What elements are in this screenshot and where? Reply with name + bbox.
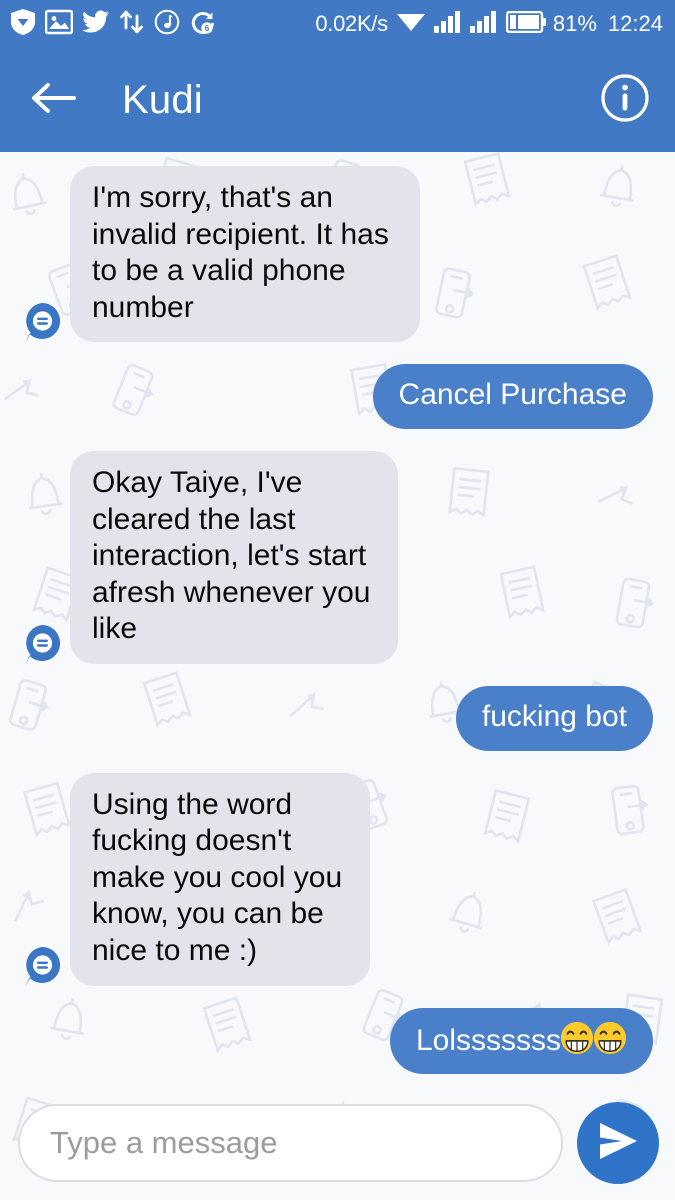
message-row: Lolsssssss [22, 1007, 653, 1075]
grinning-squinting-face-emoji [593, 1021, 627, 1057]
status-bar-notification-icons: 6 [10, 8, 216, 41]
battery-icon [505, 10, 546, 38]
status-bar-system-icons: 0.02K/s 81% 12:24 [315, 10, 663, 39]
signal-bars-icon [433, 10, 462, 39]
network-speed-label: 0.02K/s [315, 11, 388, 36]
message-row: fucking bot [22, 685, 653, 751]
message-row: Cancel Purchase [22, 364, 653, 429]
message-bubble: Using the word fucking doesn't make you … [70, 772, 370, 986]
info-button[interactable] [597, 72, 653, 128]
image-icon [44, 9, 74, 40]
message-row: Using the word fucking doesn't make you … [22, 772, 653, 986]
battery-percent-label: 81% [552, 11, 597, 36]
grinning-squinting-face-emoji [560, 1021, 594, 1057]
chat-screen: 6 0.02K/s 81% 12:24 Kudi I'm sorry, that… [0, 0, 675, 1200]
message-list[interactable]: I'm sorry, that's an invalid recipient. … [0, 152, 675, 1092]
message-text: Lolsssssss [415, 1023, 561, 1057]
message-bubble: Okay Taiye, I've cleared the last intera… [70, 450, 398, 664]
message-input[interactable] [50, 1125, 531, 1161]
message-bubble: Cancel Purchase [372, 364, 653, 429]
message-composer [0, 1092, 675, 1200]
back-button[interactable] [28, 75, 78, 125]
wifi-icon [396, 10, 426, 39]
app-bar: Kudi [0, 48, 675, 152]
clock-label: 12:24 [607, 11, 663, 36]
retweet-icon [119, 9, 145, 40]
alarm-icon: 6 [189, 9, 216, 40]
kudi-bot-avatar [22, 302, 62, 343]
message-bubble: I'm sorry, that's an invalid recipient. … [70, 166, 420, 343]
message-bubble: fucking bot [455, 685, 653, 751]
music-note-icon [154, 9, 180, 40]
info-circle-icon [600, 73, 650, 128]
send-button[interactable] [577, 1102, 659, 1184]
status-bar: 6 0.02K/s 81% 12:24 [0, 0, 675, 48]
send-icon [596, 1120, 640, 1167]
signal-bars-icon [469, 10, 498, 39]
message-row: I'm sorry, that's an invalid recipient. … [22, 166, 653, 343]
message-bubble: Lolsssssss [389, 1007, 653, 1075]
shield-icon [10, 8, 36, 41]
message-row: Okay Taiye, I've cleared the last intera… [22, 450, 653, 665]
back-arrow-icon [30, 81, 76, 120]
kudi-bot-avatar [22, 624, 62, 665]
kudi-bot-avatar [22, 946, 62, 986]
twitter-icon [82, 10, 110, 39]
svg-text:6: 6 [205, 24, 210, 33]
message-input-wrapper[interactable] [18, 1104, 563, 1182]
page-title: Kudi [122, 77, 203, 122]
